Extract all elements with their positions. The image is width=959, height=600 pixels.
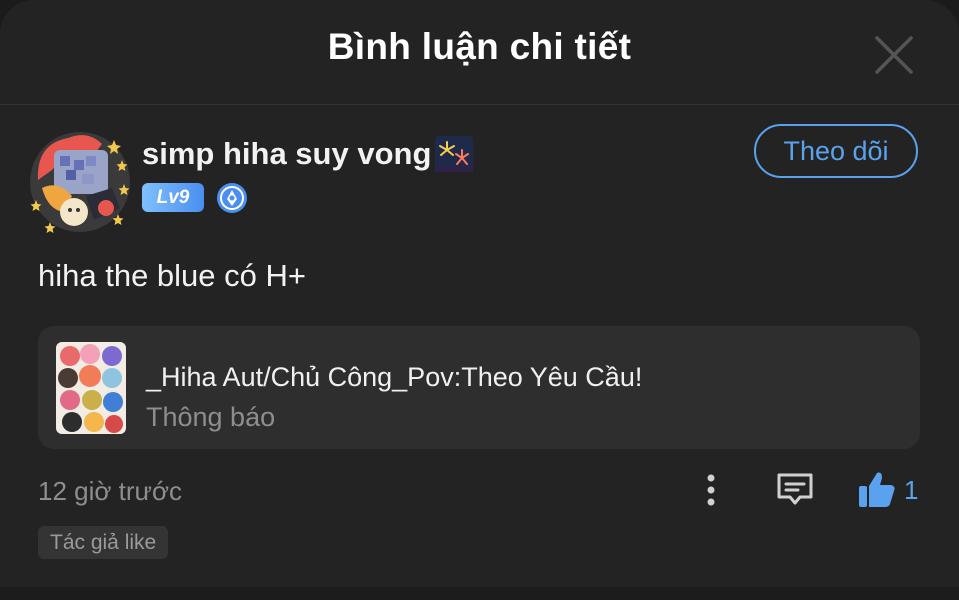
- like-button[interactable]: 1: [856, 468, 918, 512]
- fireworks-icon: [435, 136, 474, 172]
- comment-detail-sheet: Bình luận chi tiết simp hiha suy vong Lv…: [0, 0, 959, 600]
- post-thumbnail: [56, 342, 126, 434]
- bottom-divider: [0, 587, 959, 600]
- reply-comment-icon[interactable]: [774, 470, 816, 510]
- thumbs-up-icon: [859, 472, 895, 507]
- linked-post-card[interactable]: _Hiha Aut/Chủ Công_Pov:Theo Yêu Cầu! Thô…: [38, 326, 920, 449]
- page-title: Bình luận chi tiết: [327, 26, 632, 67]
- header: Bình luận chi tiết: [0, 0, 959, 104]
- username-text: simp hiha suy vong: [142, 136, 432, 171]
- avatar[interactable]: [28, 130, 132, 234]
- username[interactable]: simp hiha suy vong: [142, 136, 474, 172]
- author-liked-badge: Tác giả like: [38, 526, 169, 559]
- verify-badge-icon: [217, 183, 247, 213]
- close-icon[interactable]: [872, 33, 916, 77]
- linked-post-title: _Hiha Aut/Chủ Công_Pov:Theo Yêu Cầu!: [146, 362, 643, 392]
- comment-timestamp: 12 giờ trước: [38, 476, 182, 506]
- more-options-icon[interactable]: [694, 470, 728, 510]
- comment-text: hiha the blue có H+: [38, 258, 306, 293]
- header-divider: [0, 104, 959, 105]
- linked-post-subtitle: Thông báo: [146, 402, 276, 432]
- follow-button[interactable]: Theo dõi: [754, 124, 918, 178]
- level-badge: Lv9: [142, 183, 204, 212]
- like-count: 1: [904, 474, 919, 505]
